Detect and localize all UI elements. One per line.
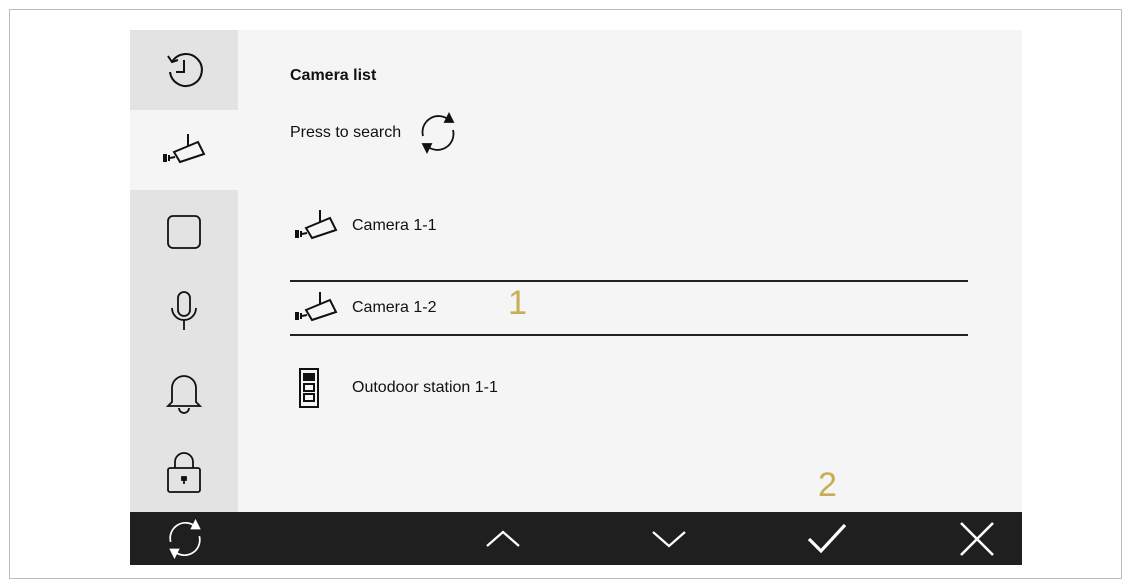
refresh-icon: [169, 518, 201, 559]
sidebar-item-history[interactable]: [130, 30, 238, 110]
list-item-label: Camera 1-2: [352, 299, 437, 316]
outdoor-station-icon: [299, 368, 319, 408]
sidebar-item-square[interactable]: [130, 192, 238, 272]
sidebar-item-bell[interactable]: [130, 352, 238, 432]
page-title: Camera list: [290, 67, 377, 84]
sidebar-item-microphone[interactable]: [130, 272, 238, 352]
close-icon: [960, 521, 994, 556]
square-icon: [167, 215, 201, 249]
list-item[interactable]: Camera 1-1: [290, 200, 968, 252]
chevron-down-icon: [652, 530, 686, 547]
up-button[interactable]: [468, 512, 538, 565]
sidebar: [130, 30, 238, 512]
list-item[interactable]: Outodoor station 1-1: [290, 362, 968, 414]
refresh-icon[interactable]: [415, 110, 461, 156]
chevron-up-icon: [486, 530, 520, 547]
refresh-button[interactable]: [150, 512, 220, 565]
bottom-toolbar: [130, 512, 1022, 565]
sidebar-item-lock[interactable]: [130, 432, 238, 512]
list-item-selected[interactable]: Camera 1-2: [290, 280, 968, 336]
camera-icon: [295, 292, 338, 322]
camera-icon: [163, 134, 206, 164]
check-icon: [807, 523, 847, 553]
camera-list-panel: Camera list Press to search Camera 1-1 C…: [238, 30, 1022, 512]
history-icon: [167, 52, 203, 87]
annotation-2: 2: [818, 466, 837, 504]
lock-icon: [167, 452, 201, 493]
confirm-button[interactable]: [792, 512, 862, 565]
microphone-icon: [171, 291, 197, 330]
sidebar-item-camera[interactable]: [130, 110, 238, 190]
camera-icon: [295, 210, 338, 240]
down-button[interactable]: [634, 512, 704, 565]
device-screen: Camera list Press to search Camera 1-1 C…: [130, 30, 1022, 565]
search-button[interactable]: Press to search: [290, 110, 461, 156]
list-item-label: Camera 1-1: [352, 217, 437, 234]
list-item-label: Outodoor station 1-1: [352, 379, 498, 396]
close-button[interactable]: [942, 512, 1012, 565]
bell-icon: [165, 375, 203, 414]
annotation-1: 1: [508, 284, 527, 322]
search-label: Press to search: [290, 124, 402, 141]
